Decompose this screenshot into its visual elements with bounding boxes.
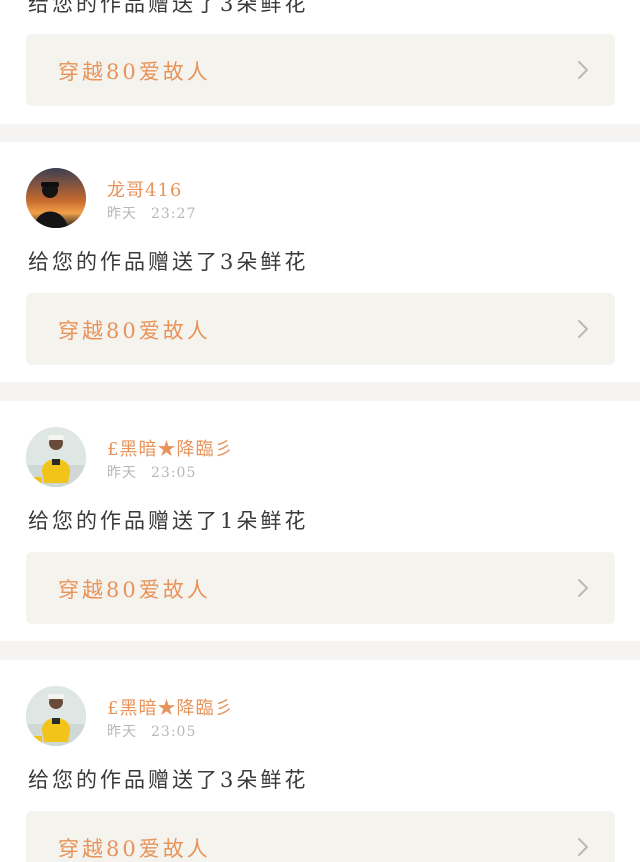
timestamp-date: 昨天 xyxy=(107,465,137,481)
work-title: 穿越80爱故人 xyxy=(58,60,211,84)
work-title: 穿越80爱故人 xyxy=(58,319,211,343)
notification-message: 给您的作品赠送了3朵鲜花 xyxy=(28,768,309,792)
yellow-outfit-avatar-icon[interactable] xyxy=(26,686,86,746)
timestamp-time: 23:05 xyxy=(151,465,197,481)
work-title: 穿越80爱故人 xyxy=(58,837,211,861)
notification-message: 给您的作品赠送了1朵鲜花 xyxy=(28,509,309,533)
work-link[interactable]: 穿越80爱故人 xyxy=(26,811,615,862)
notification-feed: 给您的作品赠送了3朵鲜花 穿越80爱故人 龙哥416 昨天 23:27 给您的作… xyxy=(0,0,640,862)
timestamp: 昨天 23:05 xyxy=(107,721,196,741)
notification-message: 给您的作品赠送了3朵鲜花 xyxy=(28,0,309,16)
yellow-outfit-avatar-icon[interactable] xyxy=(26,427,86,487)
timestamp-date: 昨天 xyxy=(107,724,137,740)
work-title: 穿越80爱故人 xyxy=(58,578,211,602)
timestamp-date: 昨天 xyxy=(107,206,137,222)
username[interactable]: £黑暗★降臨彡 xyxy=(107,694,233,720)
notification-card: £黑暗★降臨彡 昨天 23:05 给您的作品赠送了1朵鲜花 穿越80爱故人 xyxy=(0,401,640,641)
timestamp-time: 23:05 xyxy=(151,724,197,740)
work-link[interactable]: 穿越80爱故人 xyxy=(26,34,615,106)
notification-message: 给您的作品赠送了3朵鲜花 xyxy=(28,250,309,274)
work-link[interactable]: 穿越80爱故人 xyxy=(26,552,615,624)
username[interactable]: 龙哥416 xyxy=(107,176,182,202)
chevron-right-icon xyxy=(578,838,588,856)
notification-card-partial: 给您的作品赠送了3朵鲜花 穿越80爱故人 xyxy=(0,0,640,124)
timestamp-time: 23:27 xyxy=(151,206,197,222)
work-link[interactable]: 穿越80爱故人 xyxy=(26,293,615,365)
sunset-avatar-icon[interactable] xyxy=(26,168,86,228)
timestamp: 昨天 23:27 xyxy=(107,203,196,223)
notification-card: £黑暗★降臨彡 昨天 23:05 给您的作品赠送了3朵鲜花 穿越80爱故人 xyxy=(0,660,640,862)
chevron-right-icon xyxy=(578,61,588,79)
timestamp: 昨天 23:05 xyxy=(107,462,196,482)
chevron-right-icon xyxy=(578,579,588,597)
chevron-right-icon xyxy=(578,320,588,338)
notification-card: 龙哥416 昨天 23:27 给您的作品赠送了3朵鲜花 穿越80爱故人 xyxy=(0,142,640,382)
username[interactable]: £黑暗★降臨彡 xyxy=(107,435,233,461)
